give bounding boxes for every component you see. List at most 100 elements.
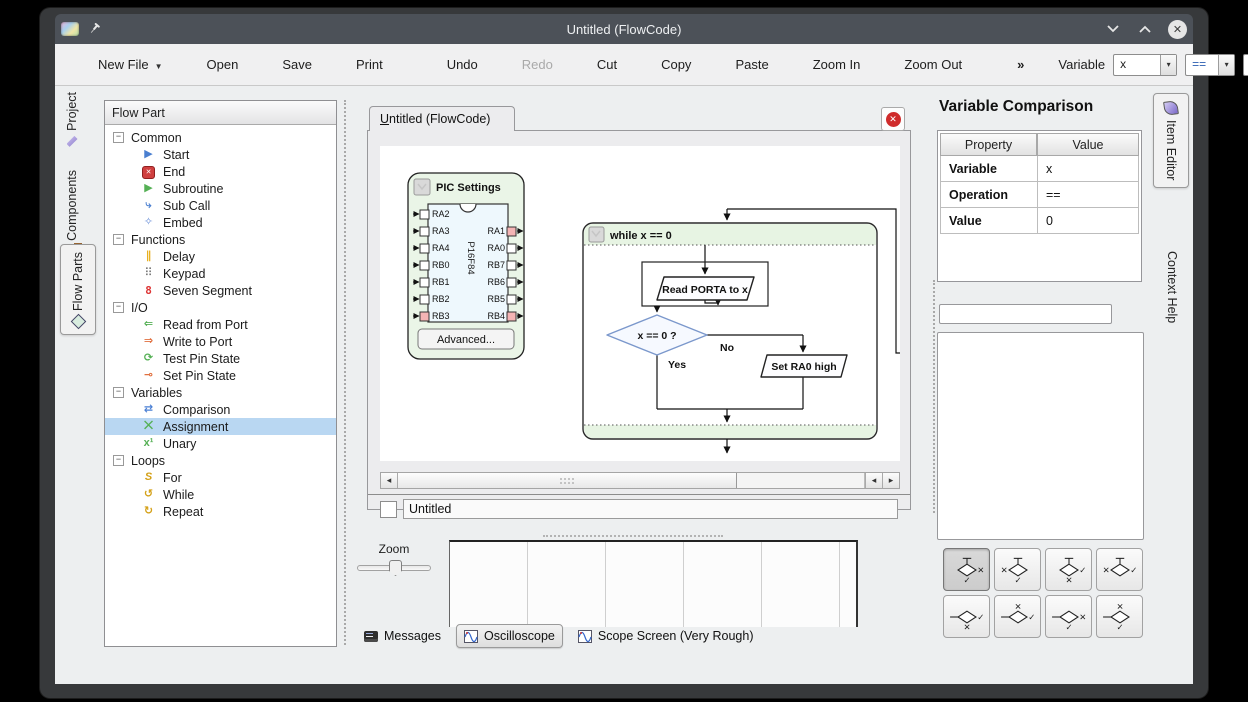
tree-item-keypad[interactable]: ⠿ Keypad: [105, 265, 336, 282]
branch-layout-button-2[interactable]: ✕ ✓: [994, 548, 1041, 591]
tree-item-unary[interactable]: x¹ Unary: [105, 435, 336, 452]
tree-item-comparison[interactable]: ⇄ Comparison: [105, 401, 336, 418]
pin-label: RB6: [487, 277, 505, 287]
tree-item-subroutine[interactable]: ▶ Subroutine: [105, 180, 336, 197]
pin-label: RB4: [487, 311, 505, 321]
scroll-right-button[interactable]: ▸: [882, 473, 899, 488]
branch-layout-button-4[interactable]: ✕ ✓: [1096, 548, 1143, 591]
tree-section-functions[interactable]: − Functions: [105, 231, 336, 248]
sidebar-tab-project[interactable]: Project: [65, 92, 79, 147]
zoom-in-button[interactable]: Zoom In: [804, 51, 870, 78]
operation-value-cell[interactable]: ==: [1037, 182, 1139, 208]
read-porta-box[interactable]: Read PORTA to x: [657, 277, 754, 300]
tree-item-set-pin-state[interactable]: ⊸ Set Pin State: [105, 367, 336, 384]
branch-layout-button-6[interactable]: ✕ ✓: [994, 595, 1041, 638]
tree-section-io[interactable]: − I/O: [105, 299, 336, 316]
pic-left-pin-squares[interactable]: [420, 210, 429, 321]
minimize-button[interactable]: [1104, 20, 1122, 38]
tree-item-read-from-port[interactable]: ⇐ Read from Port: [105, 316, 336, 333]
tree-section-loops[interactable]: − Loops: [105, 452, 336, 469]
flowchart-canvas[interactable]: PIC Settings P16F84: [380, 146, 900, 461]
operator-select[interactable]: == ▾: [1185, 54, 1235, 76]
paste-button[interactable]: Paste: [726, 51, 777, 78]
column-header-property[interactable]: Property: [940, 133, 1037, 156]
undo-button[interactable]: Undo: [438, 51, 487, 78]
copy-button[interactable]: Copy: [652, 51, 700, 78]
tree-item-embed[interactable]: ✧ Embed: [105, 214, 336, 231]
new-file-button[interactable]: New File▼: [89, 51, 172, 78]
collapse-icon[interactable]: −: [113, 455, 124, 466]
zoom-out-button[interactable]: Zoom Out: [895, 51, 971, 78]
set-ra0-box[interactable]: Set RA0 high: [761, 355, 847, 377]
sidebar-tab-context-help[interactable]: Context Help: [1158, 251, 1186, 323]
operator-select-arrow-icon[interactable]: ▾: [1218, 55, 1234, 75]
new-file-dropdown-icon[interactable]: ▼: [155, 62, 163, 71]
document-tab[interactable]: Untitled (FlowCode): [369, 106, 515, 131]
close-window-button[interactable]: ✕: [1168, 20, 1187, 39]
save-button[interactable]: Save: [273, 51, 321, 78]
branch-layout-button-1[interactable]: ✕ ✓: [943, 548, 990, 591]
variable-value-cell[interactable]: x: [1037, 156, 1139, 182]
tree-item-assignment[interactable]: ⨉ Assignment: [105, 418, 336, 435]
tree-item-sub-call[interactable]: ⤷ Sub Call: [105, 197, 336, 214]
sidebar-tab-item-editor[interactable]: Item Editor: [1153, 93, 1189, 188]
value-value-cell[interactable]: 0: [1037, 208, 1139, 234]
macro-checkbox[interactable]: [380, 501, 397, 518]
tree-item-start[interactable]: ▶ Start: [105, 146, 336, 163]
toolbar-overflow-chevron[interactable]: »: [1017, 57, 1024, 72]
tab-messages[interactable]: Messages: [357, 625, 448, 647]
tree-item-for[interactable]: S For: [105, 469, 336, 486]
value-select[interactable]: 0 ▾: [1243, 54, 1248, 76]
scroll-left-button-2[interactable]: ◂: [865, 473, 882, 488]
tree-item-test-pin-state[interactable]: ⟳ Test Pin State: [105, 350, 336, 367]
collapse-icon[interactable]: −: [113, 132, 124, 143]
tree-item-seven-segment[interactable]: 8 Seven Segment: [105, 282, 336, 299]
tab-oscilloscope[interactable]: Oscilloscope: [456, 624, 563, 648]
close-document-box[interactable]: ✕: [881, 107, 905, 131]
column-header-value[interactable]: Value: [1037, 133, 1139, 156]
sidebar-tab-components[interactable]: Components: [65, 170, 79, 255]
sub-call-icon: ⤷: [141, 198, 156, 213]
macro-name-field[interactable]: Untitled: [403, 499, 898, 519]
pushpin-icon[interactable]: [89, 23, 101, 35]
collapse-icon[interactable]: −: [113, 234, 124, 245]
tree-section-variables[interactable]: − Variables: [105, 384, 336, 401]
pic-collapse-button[interactable]: [414, 179, 430, 195]
redo-button[interactable]: Redo: [513, 51, 562, 78]
tree-canvas-splitter[interactable]: [344, 100, 346, 645]
maximize-button[interactable]: [1136, 20, 1154, 38]
pin-label: RA0: [487, 243, 505, 253]
oscilloscope-display[interactable]: [449, 540, 858, 627]
variable-select[interactable]: x ▾: [1113, 54, 1177, 76]
branch-layout-button-8[interactable]: ✕ ✓: [1096, 595, 1143, 638]
tree-item-repeat[interactable]: ↻ Repeat: [105, 503, 336, 520]
canvas-properties-splitter[interactable]: [933, 280, 935, 513]
tree-item-end[interactable]: ✕ End: [105, 163, 336, 180]
zoom-slider-thumb[interactable]: [389, 560, 402, 576]
cut-button[interactable]: Cut: [588, 51, 626, 78]
tree-section-common[interactable]: − Common: [105, 129, 336, 146]
tab-scope-screen[interactable]: Scope Screen (Very Rough): [571, 625, 761, 647]
scrollbar-track[interactable]: [737, 473, 865, 488]
sidebar-tab-flow-parts[interactable]: Flow Parts: [60, 244, 96, 335]
branch-layout-button-5[interactable]: ✓ ✕: [943, 595, 990, 638]
tree-item-delay[interactable]: ∥ Delay: [105, 248, 336, 265]
branch-layout-button-7[interactable]: ✕ ✓: [1045, 595, 1092, 638]
pic-settings-panel[interactable]: PIC Settings P16F84: [408, 173, 524, 359]
tree-item-while[interactable]: ↺ While: [105, 486, 336, 503]
titlebar[interactable]: Untitled (FlowCode) ✕: [55, 14, 1193, 44]
zoom-slider[interactable]: [357, 560, 431, 574]
item-listbox[interactable]: [937, 332, 1144, 540]
scroll-left-button[interactable]: ◂: [381, 473, 398, 488]
collapse-icon[interactable]: −: [113, 387, 124, 398]
tree-item-write-to-port[interactable]: ⇒ Write to Port: [105, 333, 336, 350]
open-button[interactable]: Open: [198, 51, 248, 78]
collapse-icon[interactable]: −: [113, 302, 124, 313]
scrollbar-thumb[interactable]: [398, 473, 737, 488]
branch-layout-button-3[interactable]: ✓ ✕: [1045, 548, 1092, 591]
filter-input[interactable]: [939, 304, 1112, 324]
close-document-icon[interactable]: ✕: [886, 112, 901, 127]
variable-select-arrow-icon[interactable]: ▾: [1160, 55, 1176, 75]
print-button[interactable]: Print: [347, 51, 392, 78]
canvas-horizontal-scrollbar[interactable]: ◂ ◂ ▸: [380, 472, 900, 489]
